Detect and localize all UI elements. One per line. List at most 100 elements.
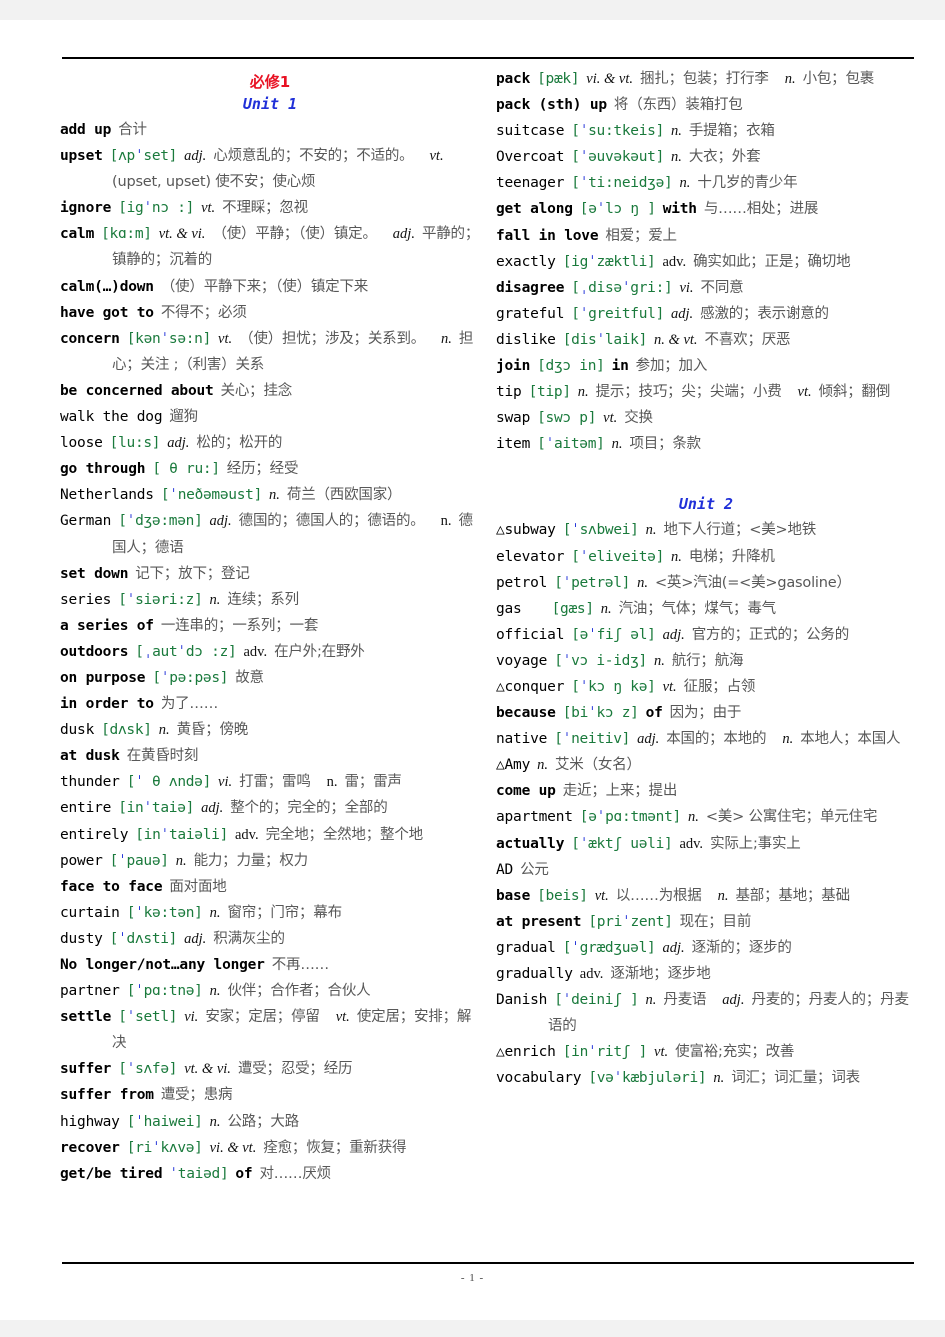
part-of-speech: n. [611,436,623,453]
phonetic-transcription: [ˈti:neidʒə] [571,175,673,192]
entry-headword: native [496,731,548,748]
phonetic-transcription: [əˈfiʃ əl] [571,626,656,643]
chinese-definition: 在黄昏时刻 [126,748,199,765]
part-of-speech: vt. & vi. [158,226,206,243]
chinese-definition: 不再…… [271,957,329,973]
part-of-speech: adj. [662,626,685,643]
entry-headword-tail: in [611,358,629,375]
part-of-speech: adj. [201,800,224,817]
phonetic-transcription: [inˈritʃ ] [562,1044,648,1061]
entry-headword: German [60,513,112,530]
entry-headword: Overcoat [496,149,565,166]
entry-headword: get along [496,201,573,218]
phonetic-transcription: [ˈneðəməust] [160,487,263,504]
phonetic-transcription: [vəˈkæbjuləri] [588,1070,707,1087]
chinese-definition: 走近；上来；提出 [562,783,678,800]
chinese-definition: 征服；占领 [683,678,756,695]
unit-title-1: Unit 1 [242,95,298,113]
entry-headword: suffer from [60,1087,154,1104]
chinese-definition: 完全地；全然地；整个地 [265,826,424,843]
chinese-definition: 不理睬；忽视 [222,200,308,217]
part-of-speech-secondary: adj. [392,226,415,243]
part-of-speech-secondary: vt. [335,1009,350,1026]
chinese-definition: 面对面地 [169,878,227,895]
entry-headword: official [496,626,565,643]
chinese-definition: 对……厌烦 [259,1165,331,1182]
part-of-speech: adj. [167,435,190,452]
chinese-definition: 关心；挂念 [220,382,293,399]
chinese-definition: 大衣；外套 [688,149,761,166]
part-of-speech: n. [600,600,612,617]
chinese-definition: 汽油；气体；煤气；毒气 [618,600,777,617]
part-of-speech: vt. & vi. [184,1061,231,1078]
phonetic-transcription: [ˈkə:tən] [126,904,203,921]
entry-headword-tail: of [645,705,663,722]
chinese-definition: 公元 [520,861,549,878]
dictionary-entry: dislike [disˈlaik] n. & vt. 不喜欢；厌恶 [496,329,916,355]
phonetic-transcription: [ˈkɔ ŋ kə] [571,678,656,695]
entry-headword: ignore [60,200,112,217]
entry-headword: in order to [60,696,154,713]
phonetic-transcription: [tip] [528,384,571,401]
dictionary-entry: walk the dog 遛狗 [60,406,480,432]
phonetic-transcription: [ˈdʒə:mən] [118,513,203,530]
part-of-speech: n. [209,1113,221,1130]
phonetic-transcription: [ˈvɔ i-idʒ] [554,652,647,669]
phonetic-transcription: [ˈgrædʒuəl] [562,939,656,956]
entry-headword: dusk [60,722,95,739]
chinese-definition: 不得不；必须 [160,304,247,321]
dictionary-entry: gradually adv. 逐渐地；逐步地 [496,963,916,989]
entry-headword: at dusk [60,748,120,765]
entry-headword: go through [60,461,146,478]
chinese-definition: 打雷；雷鸣 [239,774,311,791]
unit-title-2: Unit 2 [678,495,734,514]
header-rule [62,57,914,59]
dictionary-entry: concern [kənˈsə:n] vt. （使）担忧；涉及；关系到。 n. 担心；关注… [60,328,480,380]
dictionary-entry: thunder [ˈ θ ʌndə] vi. 打雷；雷鸣 n. 雷；雷声 [60,771,480,797]
phonetic-transcription: [əˈpɑ:tmənt] [579,809,681,826]
entry-headword: No longer/not…any longer [60,957,265,973]
chinese-definition: 官方的；正式的；公务的 [691,626,850,643]
part-of-speech: n. [577,384,589,401]
chinese-definition: （使）平静；（使）镇定。 [212,226,377,243]
entry-headword: Netherlands [60,487,154,504]
phonetic-transcription: [lu:s] [109,435,161,452]
chinese-definition: 逐渐地；逐步地 [610,966,711,982]
entry-headword: △enrich [496,1044,556,1061]
dictionary-entry: a series of 一连串的；一系列；一套 [60,615,480,641]
chinese-definition: 项目；条款 [629,436,701,453]
dictionary-entry: set down 记下；放下；登记 [60,563,480,589]
part-of-speech: vi. & vt. [586,71,633,87]
entry-headword: suitcase [496,123,565,140]
phonetic-transcription: [ˈpə:pəs] [152,669,229,686]
entry-headword: thunder [60,774,120,791]
chinese-definition: （使）平静下来；（使）镇定下来 [160,278,369,295]
phonetic-transcription: [ˈhaiwei] [126,1113,203,1130]
left-entry-list: add up 合计 upset [ʌpˈset] adj. 心烦意乱的；不安的；不适的。 v… [60,119,480,1189]
chinese-definition: 松的；松开的 [196,435,283,452]
dictionary-entry: suffer from 遭受；患病 [60,1084,480,1110]
phonetic-transcription: [ˈpɑ:tnə] [126,983,203,1000]
chinese-definition: 确实如此；正是；确切地 [693,253,851,270]
dictionary-entry: swap [swɔ p] vt. 交换 [496,407,916,433]
dictionary-entry: gradual [ˈgrædʒuəl] adj. 逐渐的；逐步的 [496,937,916,963]
chinese-definition: 使富裕;充实；改善 [675,1044,795,1061]
chinese-definition: 丹麦语 [663,992,707,1009]
dictionary-entry: item [ˈaitəm] n. 项目；条款 [496,433,916,459]
entry-headword: concern [60,330,120,347]
entry-headword: get/be tired [60,1165,163,1182]
chinese-definition: 一连串的；一系列；一套 [160,617,319,634]
phonetic-transcription: [ˈpetrəl] [554,574,631,591]
part-of-speech: n. & vt. [654,331,698,348]
footer-rule [62,1262,914,1264]
entry-headword: △subway [496,522,556,539]
part-of-speech: n. [269,487,280,504]
dictionary-entry: pack [pæk] vi. & vt. 捆扎；包装；打行李 n. 小包；包裹 [496,68,916,94]
dictionary-entry: No longer/not…any longer 不再…… [60,954,480,980]
chinese-definition: 伙伴；合作者；合伙人 [227,983,371,1000]
chinese-definition-secondary: 本地人；本国人 [800,731,901,748]
dictionary-entry: △subway [ˈsʌbwei] n. 地下人行道；<美>地铁 [496,519,916,545]
part-of-speech: n. [175,852,187,869]
entry-headword: walk the dog [60,409,163,426]
entry-headword: petrol [496,574,548,591]
